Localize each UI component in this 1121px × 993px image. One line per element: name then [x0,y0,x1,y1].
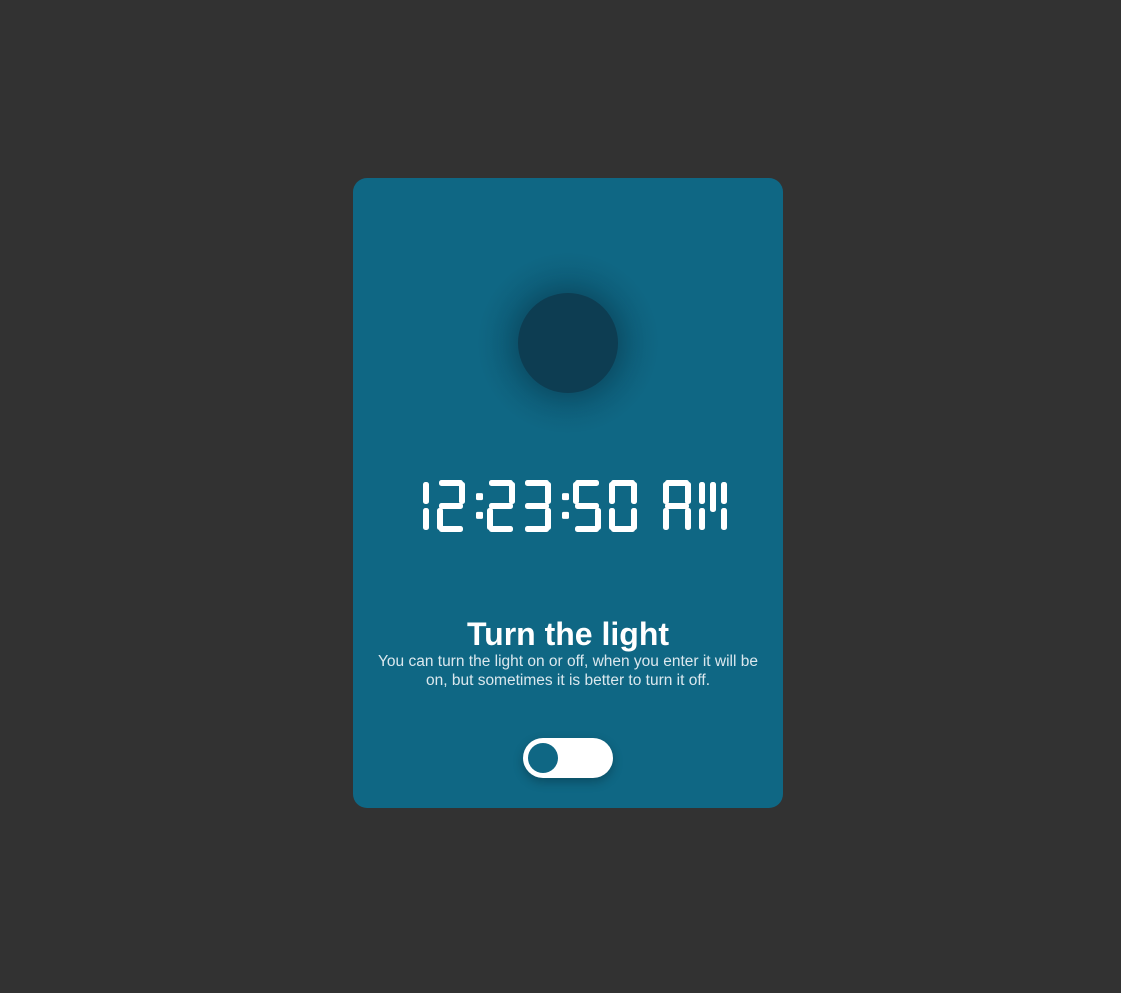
clock-digit [423,482,429,530]
light-bulb [518,293,618,393]
digital-clock [353,474,783,544]
light-toggle[interactable] [523,738,613,778]
clock-colon-dot [562,511,569,519]
clock-colon-dot [476,493,483,501]
clock-colon-dot [476,511,483,519]
clock-digit [437,480,465,532]
clock-digit [699,482,727,530]
clock-digit [487,480,515,532]
light-card: Turn the light You can turn the light on… [353,178,783,808]
clock-digit [609,480,637,532]
toggle-knob[interactable] [528,743,558,773]
clock-digit [663,480,691,530]
clock-digit [525,480,551,532]
panel-description: You can turn the light on or off, when y… [378,653,758,689]
panel-title: Turn the light [466,616,670,652]
clock-colon-dot [562,493,569,501]
clock-display [423,480,727,532]
clock-digit [573,480,601,532]
